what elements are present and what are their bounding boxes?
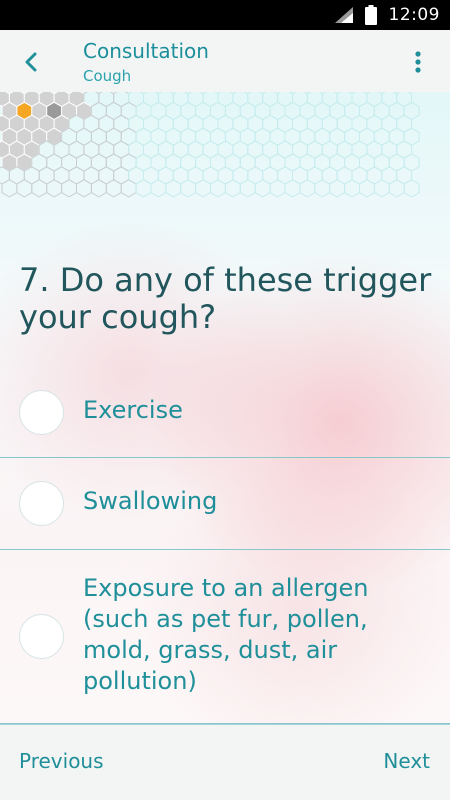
signal-icon bbox=[334, 7, 353, 23]
progress-hex bbox=[239, 179, 256, 198]
page-title: Consultation bbox=[83, 39, 209, 63]
progress-hex bbox=[105, 179, 122, 198]
progress-hex bbox=[172, 92, 189, 108]
progress-hex bbox=[61, 179, 77, 198]
progress-hex bbox=[16, 179, 33, 198]
app-bar-titles: Consultation Cough bbox=[83, 39, 209, 85]
progress-hex bbox=[217, 92, 234, 108]
progress-hex bbox=[284, 179, 301, 198]
progress-hex bbox=[403, 179, 420, 198]
progress-hex bbox=[247, 92, 264, 108]
progress-hex bbox=[1, 179, 18, 198]
radio-allergen[interactable] bbox=[19, 614, 64, 659]
progress-hex bbox=[373, 179, 390, 198]
status-bar: 12:09 bbox=[0, 0, 450, 30]
progress-hex bbox=[277, 92, 293, 108]
page-subtitle: Cough bbox=[83, 67, 132, 85]
progress-hex bbox=[232, 92, 249, 108]
progress-hex bbox=[165, 179, 182, 198]
content-area: 7. Do any of these trigger your cough? E… bbox=[0, 92, 450, 724]
progress-hex bbox=[366, 92, 383, 108]
progress-hex bbox=[321, 92, 338, 108]
progress-hex bbox=[299, 179, 316, 198]
progress-hex bbox=[314, 179, 331, 198]
radio-exercise[interactable] bbox=[19, 390, 64, 435]
progress-hex bbox=[46, 179, 63, 198]
more-vert-icon bbox=[415, 51, 421, 73]
progress-hex bbox=[388, 179, 405, 198]
app-bar: Consultation Cough bbox=[0, 30, 450, 92]
option-swallowing[interactable]: Swallowing bbox=[0, 458, 450, 550]
back-button[interactable] bbox=[14, 44, 50, 80]
progress-hex bbox=[31, 179, 48, 198]
chevron-left-icon bbox=[25, 52, 37, 72]
progress-hex bbox=[381, 92, 398, 108]
progress-hex bbox=[292, 92, 308, 108]
progress-hex bbox=[254, 179, 271, 198]
progress-hex bbox=[180, 179, 197, 198]
progress-hex bbox=[143, 92, 159, 108]
progress-hex bbox=[306, 92, 323, 108]
option-label: Exposure to an allergen (such as pet fur… bbox=[83, 574, 369, 695]
option-label: Exercise bbox=[83, 396, 183, 424]
progress-hex bbox=[76, 179, 92, 198]
progress-hex bbox=[329, 179, 346, 198]
previous-button[interactable]: Previous bbox=[19, 749, 104, 773]
overflow-menu-button[interactable] bbox=[400, 44, 436, 80]
progress-hex bbox=[187, 92, 204, 108]
progress-hex bbox=[128, 92, 144, 108]
radio-swallowing[interactable] bbox=[19, 481, 64, 526]
progress-hex bbox=[262, 92, 279, 108]
option-exercise[interactable]: Exercise bbox=[0, 368, 450, 458]
progress-hex bbox=[157, 92, 174, 108]
progress-hex bbox=[150, 179, 167, 198]
battery-icon bbox=[364, 5, 377, 25]
progress-hex bbox=[351, 92, 368, 108]
progress-hex bbox=[195, 179, 211, 198]
next-button[interactable]: Next bbox=[383, 749, 430, 773]
question-text: 7. Do any of these trigger your cough? bbox=[19, 261, 432, 336]
progress-hex bbox=[396, 92, 413, 108]
progress-hex bbox=[336, 92, 353, 108]
status-time: 12:09 bbox=[388, 5, 440, 25]
progress-hex bbox=[224, 179, 241, 198]
progress-hex bbox=[210, 179, 226, 198]
progress-hex bbox=[113, 92, 130, 108]
progress-hex-grid bbox=[0, 92, 420, 198]
progress-hex bbox=[98, 92, 115, 108]
progress-hex bbox=[90, 179, 107, 198]
progress-hex bbox=[202, 92, 219, 108]
progress-hex bbox=[344, 179, 360, 198]
progress-hex bbox=[120, 179, 137, 198]
option-label: Swallowing bbox=[83, 487, 218, 515]
progress-hex bbox=[269, 179, 286, 198]
option-allergen[interactable]: Exposure to an allergen (such as pet fur… bbox=[0, 550, 450, 724]
footer-nav: Previous Next bbox=[0, 724, 450, 800]
progress-hex bbox=[135, 179, 152, 198]
progress-hex bbox=[359, 179, 375, 198]
